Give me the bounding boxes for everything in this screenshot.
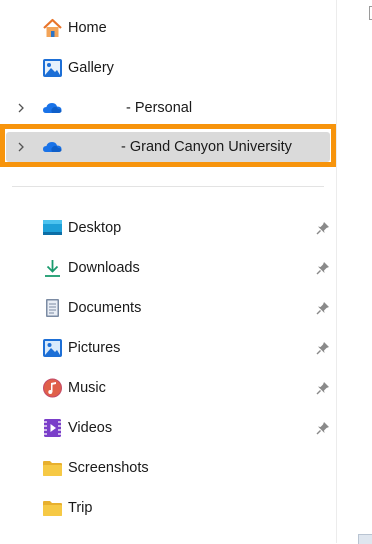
nav-item-home-label: Home [68,20,107,36]
content-pane-edge [337,0,372,543]
folder-icon [42,458,63,478]
nav-item-desktop[interactable]: Desktop [0,212,336,244]
music-icon [42,378,63,398]
pin-icon[interactable] [316,301,330,315]
pin-icon[interactable] [316,421,330,435]
nav-item-gallery[interactable]: Gallery [0,52,336,84]
nav-item-trip[interactable]: Trip [0,492,336,524]
nav-item-gallery-label: Gallery [68,60,114,76]
videos-icon [42,418,63,438]
pictures-icon [42,338,63,358]
home-icon [42,18,63,38]
pin-icon[interactable] [316,341,330,355]
documents-icon [42,298,63,318]
gallery-icon [42,58,63,78]
section-divider [12,186,324,187]
nav-item-downloads-label: Downloads [68,260,140,276]
nav-item-desktop-label: Desktop [68,220,122,236]
desktop-icon [42,218,63,238]
nav-item-documents[interactable]: Documents [0,292,336,324]
chevron-right-icon[interactable] [15,92,27,124]
nav-item-music-label: Music [68,380,106,396]
navigation-pane: Home Gallery - Personal - Grand Canyon U… [0,0,336,543]
nav-item-onedrive-personal[interactable]: - Personal [0,92,336,124]
downloads-icon [42,258,63,278]
nav-item-trip-label: Trip [68,500,93,516]
nav-item-home[interactable]: Home [0,12,336,44]
nav-item-screenshots-label: Screenshots [68,460,149,476]
nav-item-pictures-label: Pictures [68,340,121,356]
nav-item-videos-label: Videos [68,420,113,436]
onedrive-cloud-icon [42,98,63,118]
folder-icon [42,498,63,518]
nav-item-videos[interactable]: Videos [0,412,336,444]
highlight-annotation [0,124,336,167]
nav-item-pictures[interactable]: Pictures [0,332,336,364]
nav-item-documents-label: Documents [68,300,142,316]
nav-item-music[interactable]: Music [0,372,336,404]
pin-icon[interactable] [316,261,330,275]
pin-icon[interactable] [316,381,330,395]
pin-icon[interactable] [316,221,330,235]
nav-item-onedrive-personal-label: - Personal [126,100,193,116]
nav-item-downloads[interactable]: Downloads [0,252,336,284]
nav-item-screenshots[interactable]: Screenshots [0,452,336,484]
